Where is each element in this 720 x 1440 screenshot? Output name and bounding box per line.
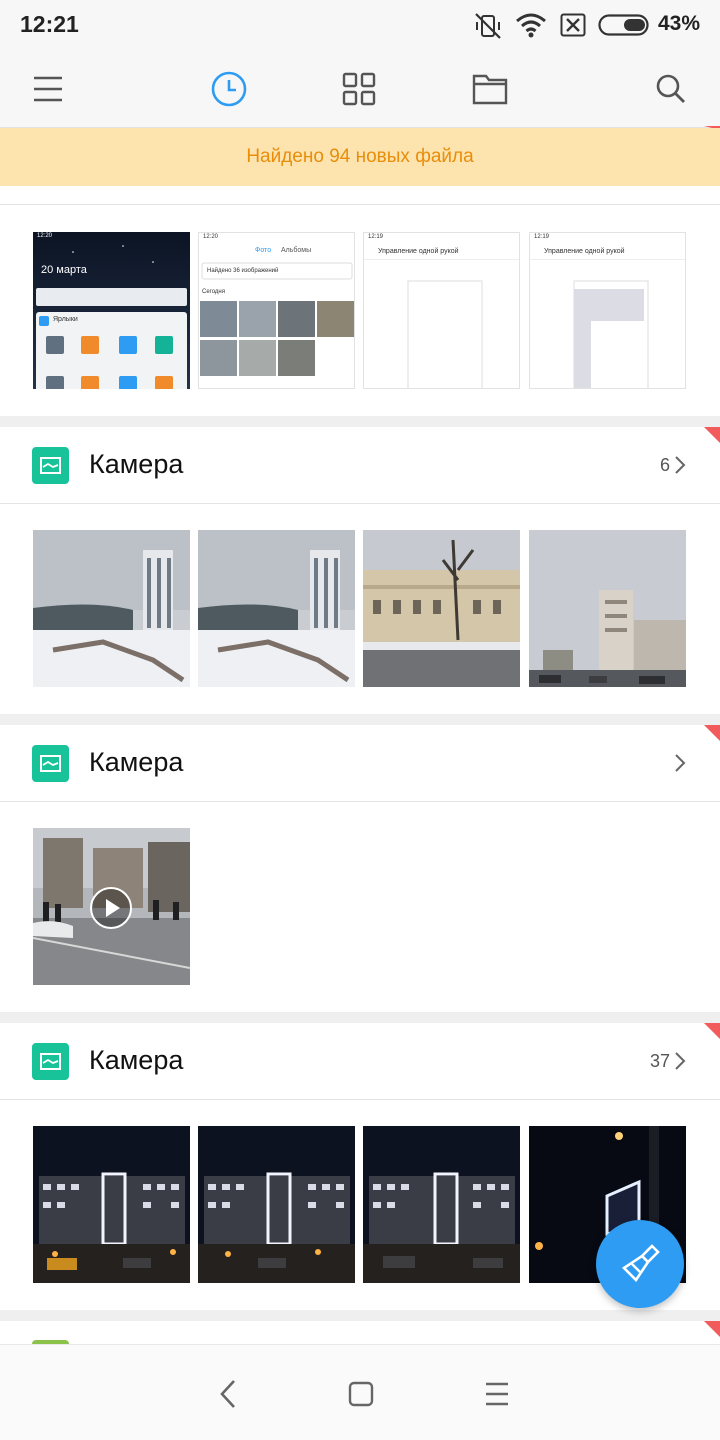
historic-building-street-photo [363, 530, 520, 687]
thumb-time: 12:19 [368, 234, 384, 240]
back-icon[interactable] [218, 1379, 238, 1409]
thumb-tab-albums: Альбомы [281, 247, 312, 254]
video-thumb[interactable] [33, 828, 190, 985]
section-title: Камера [89, 449, 184, 479]
status-time: 12:21 [20, 11, 79, 37]
broom-icon [621, 1244, 660, 1283]
night-lit-building-photo [363, 1126, 520, 1283]
categories-grid-icon[interactable] [342, 72, 376, 106]
thumb-time: 12:19 [534, 234, 550, 240]
section-count: 37 [650, 1051, 671, 1071]
screenshot-thumb[interactable]: 12:20 Фото Альбомы Найдено 36 изображени… [198, 232, 355, 389]
section-count: 6 [660, 455, 671, 475]
photo-thumb[interactable] [363, 1126, 520, 1283]
wifi-icon [516, 13, 546, 38]
chevron-right-icon [675, 1052, 686, 1070]
recents-icon[interactable] [484, 1382, 510, 1406]
screenshot-thumb[interactable]: 12:19 Управление одной рукой [363, 232, 520, 389]
thumb-time: 12:20 [37, 233, 53, 239]
folder-icon[interactable] [472, 72, 508, 106]
photo-thumb[interactable] [363, 530, 520, 687]
thumb-search-text: Найдено 36 изображений [207, 268, 279, 274]
thumb-time: 12:20 [203, 234, 219, 240]
chevron-right-icon [675, 456, 686, 474]
home-icon[interactable] [348, 1381, 374, 1407]
night-lit-building-photo [198, 1126, 355, 1283]
camera-folder-icon [32, 447, 69, 484]
camera-folder-icon [32, 745, 69, 782]
photo-thumb[interactable] [198, 530, 355, 687]
snow-stadium-tower-photo [198, 530, 355, 687]
toolbar [0, 52, 720, 130]
menu-icon[interactable] [32, 74, 64, 104]
gallery-screenshot [199, 233, 354, 388]
thumb-title: Управление одной рукой [544, 248, 625, 255]
search-icon[interactable] [655, 73, 687, 105]
battery-percent: 43% [657, 12, 700, 35]
thumb-title: Управление одной рукой [378, 248, 459, 255]
play-icon[interactable] [89, 886, 133, 930]
night-lit-building-photo [33, 1126, 190, 1283]
thumb-folder-label: Ярлыки [53, 316, 78, 323]
one-hand-mode-screenshot [364, 233, 519, 388]
thumb-date: 20 марта [41, 264, 87, 276]
battery-icon [598, 14, 649, 36]
screenshot-thumb[interactable]: 12:20 20 марта Ярлыки [33, 232, 190, 389]
system-nav-bar [0, 1344, 720, 1440]
new-marker [704, 1321, 720, 1337]
recent-clock-icon[interactable] [210, 70, 248, 108]
status-bar: 12:21 43% [0, 0, 720, 52]
photo-thumb[interactable] [33, 530, 190, 687]
home-screen-screenshot [33, 232, 190, 389]
section-title: Камера [89, 747, 184, 777]
tall-building-avenue-photo [529, 530, 686, 687]
no-sim-icon [560, 13, 586, 37]
screenshot-thumb[interactable]: 12:19 Управление одной рукой [529, 232, 686, 389]
chevron-right-icon [675, 754, 686, 772]
snow-stadium-tower-photo [33, 530, 190, 687]
photo-thumb[interactable] [33, 1126, 190, 1283]
new-files-banner[interactable]: Найдено 94 новых файла [0, 128, 720, 186]
vibrate-off-icon [475, 13, 501, 39]
thumb-section-label: Сегодня [202, 289, 225, 295]
camera-folder-icon [32, 1043, 69, 1080]
one-hand-mode-screenshot [530, 233, 685, 388]
section-header[interactable]: Камера 6 [0, 427, 720, 503]
photo-thumb[interactable] [529, 530, 686, 687]
section-header[interactable]: Камера 37 [0, 1023, 720, 1099]
section-title: Камера [89, 1045, 184, 1075]
section-header[interactable]: Камера [0, 725, 720, 801]
thumb-tab-photos: Фото [255, 247, 272, 254]
clean-up-button[interactable] [596, 1220, 684, 1308]
photo-thumb[interactable] [198, 1126, 355, 1283]
